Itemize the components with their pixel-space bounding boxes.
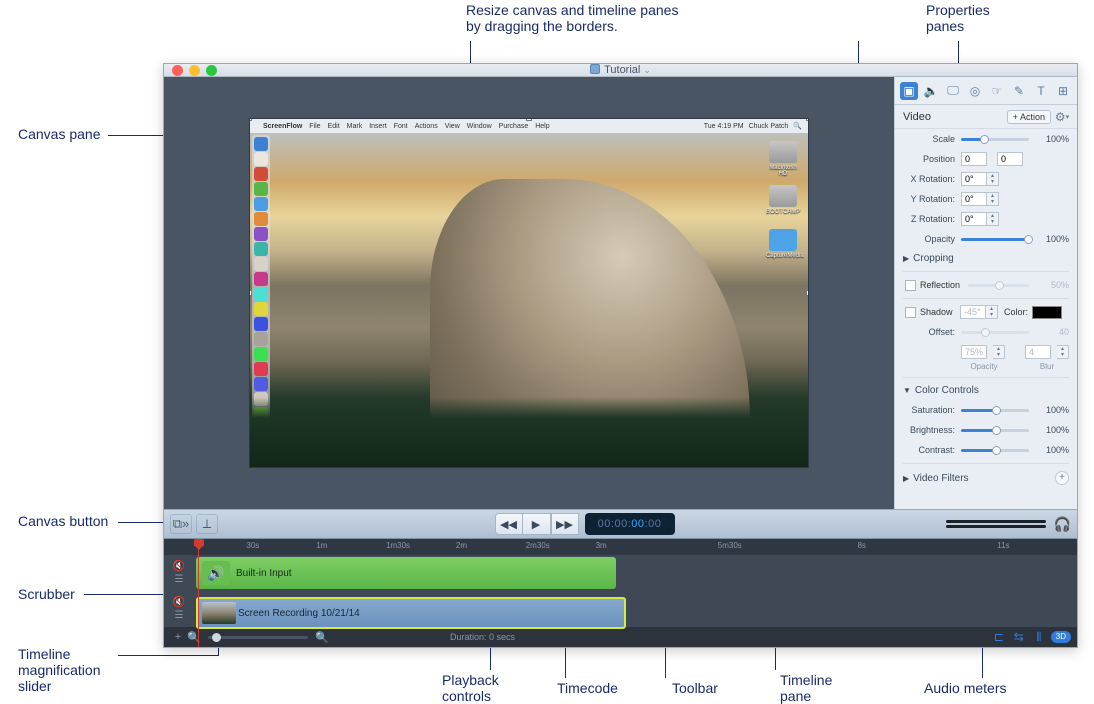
canvas-pane[interactable]: ScreenFlow File Edit Mark Insert Font Ac… xyxy=(164,77,894,509)
zoom-out-icon[interactable]: 🔍 xyxy=(186,630,202,644)
canvas-button-icon[interactable]: ⧉» xyxy=(170,514,192,534)
clip-thumbnail xyxy=(202,602,236,624)
zoom-in-icon[interactable]: 🔍 xyxy=(314,630,330,644)
timeline-pane[interactable]: 30s 1m 1m30s 2m 2m30s 3m 5m30s 8s 11s 🔇 ☰… xyxy=(164,539,1077,647)
callout-audio-meters: Audio meters xyxy=(924,680,1006,696)
video-tab-icon[interactable]: ▣ xyxy=(900,82,918,100)
video-filters-disclosure[interactable]: ▶Video Filters+ xyxy=(895,467,1077,489)
main-area: ScreenFlow File Edit Mark Insert Font Ac… xyxy=(164,77,1077,509)
duration-label: Duration: 0 secs xyxy=(450,632,515,642)
annotations-tab-icon[interactable]: ✎ xyxy=(1010,82,1028,100)
stepper[interactable]: ▴▾ xyxy=(987,192,999,206)
position-x-input[interactable] xyxy=(961,152,987,166)
scale-slider[interactable] xyxy=(961,138,1029,141)
stepper[interactable]: ▴▾ xyxy=(987,212,999,226)
callout-canvas-pane: Canvas pane xyxy=(18,126,101,142)
playback-controls: ◀◀ ▶ ▶▶ 00:00:00:00 xyxy=(495,513,675,535)
stepper[interactable]: ▴▾ xyxy=(987,172,999,186)
add-filter-button[interactable]: + xyxy=(1055,471,1069,485)
properties-title: Video xyxy=(903,111,931,123)
pill-badge[interactable]: 3D xyxy=(1051,631,1071,643)
crop-icon[interactable]: ⟂ xyxy=(196,514,218,534)
timecode-display[interactable]: 00:00:00:00 xyxy=(585,513,675,535)
callout-scrubber: Scrubber xyxy=(18,586,75,602)
selection-handles[interactable] xyxy=(249,118,809,468)
audio-tab-icon[interactable]: 🔈 xyxy=(922,82,940,100)
properties-pane: ▣ 🔈 🖵 ◎ ☞ ✎ T ⊞ Video + Action ⚙▾ Scale … xyxy=(894,77,1077,509)
headphones-icon[interactable]: 🎧 xyxy=(1054,516,1071,533)
add-action-button[interactable]: + Action xyxy=(1007,110,1051,124)
callout-canvas-button: Canvas button xyxy=(18,513,108,529)
rewind-button[interactable]: ◀◀ xyxy=(495,513,523,535)
shadow-color-swatch[interactable] xyxy=(1032,306,1062,319)
timeline-footer: + 🔍 🔍 Duration: 0 secs ⊏ ⇆ ⦀ 3D xyxy=(164,627,1077,647)
magnification-slider[interactable] xyxy=(208,636,308,639)
document-icon xyxy=(590,64,600,74)
screen-tab-icon[interactable]: 🖵 xyxy=(944,82,962,100)
callout-tab-icon[interactable]: ◎ xyxy=(966,82,984,100)
titlebar[interactable]: Tutorial⌄ xyxy=(164,64,1077,77)
window-title[interactable]: Tutorial⌄ xyxy=(164,64,1077,76)
clip-label: Screen Recording 10/21/14 xyxy=(238,608,360,619)
timeline-ruler[interactable]: 30s 1m 1m30s 2m 2m30s 3m 5m30s 8s 11s xyxy=(164,539,1077,555)
offset-slider xyxy=(961,331,1029,334)
opacity-slider[interactable] xyxy=(961,238,1029,241)
audio-clip[interactable]: 🔊 Built-in Input xyxy=(196,557,616,589)
fastforward-button[interactable]: ▶▶ xyxy=(551,513,579,535)
app-window: Tutorial⌄ ScreenFlow File Edit Mark Inse… xyxy=(163,63,1078,648)
cropping-disclosure[interactable]: ▶Cropping xyxy=(895,249,1077,268)
speaker-icon: 🔊 xyxy=(202,561,230,585)
callout-playback: Playback controls xyxy=(442,672,499,704)
media-tab-icon[interactable]: ⊞ xyxy=(1054,82,1072,100)
add-track-button[interactable]: + xyxy=(170,630,186,644)
y-rotation-input[interactable] xyxy=(961,192,987,206)
mute-icon[interactable]: 🔇 xyxy=(173,597,185,608)
reflection-slider xyxy=(968,284,1029,287)
callout-timecode: Timecode xyxy=(557,680,618,696)
x-rotation-input[interactable] xyxy=(961,172,987,186)
waveform-icon[interactable]: ⦀ xyxy=(1031,630,1047,645)
touch-tab-icon[interactable]: ☞ xyxy=(988,82,1006,100)
callout-mag: Timeline magnification slider xyxy=(18,646,101,694)
callout-timeline-pane: Timeline pane xyxy=(780,672,832,704)
shadow-blur-input xyxy=(1025,345,1051,359)
contrast-slider[interactable] xyxy=(961,449,1029,452)
snap-icon[interactable]: ⊏ xyxy=(991,630,1007,644)
color-controls-disclosure[interactable]: ▼Color Controls xyxy=(895,381,1077,400)
shadow-checkbox[interactable] xyxy=(905,307,916,318)
lock-icon[interactable]: ☰ xyxy=(175,610,184,621)
shadow-opacity-input xyxy=(961,345,987,359)
callout-toolbar: Toolbar xyxy=(672,680,718,696)
z-rotation-input[interactable] xyxy=(961,212,987,226)
video-clip[interactable]: Screen Recording 10/21/14 xyxy=(196,597,626,629)
callout-resize: Resize canvas and timeline panes by drag… xyxy=(466,2,678,34)
reflection-checkbox[interactable] xyxy=(905,280,916,291)
toolbar: ⧉» ⟂ ◀◀ ▶ ▶▶ 00:00:00:00 🎧 xyxy=(164,509,1077,539)
link-icon[interactable]: ⇆ xyxy=(1011,630,1027,644)
play-button[interactable]: ▶ xyxy=(523,513,551,535)
text-tab-icon[interactable]: T xyxy=(1032,82,1050,100)
mute-icon[interactable]: 🔇 xyxy=(173,561,185,572)
properties-tabs[interactable]: ▣ 🔈 🖵 ◎ ☞ ✎ T ⊞ xyxy=(895,77,1077,105)
canvas-clip[interactable]: ScreenFlow File Edit Mark Insert Font Ac… xyxy=(249,118,809,468)
gear-icon[interactable]: ⚙▾ xyxy=(1055,110,1069,124)
brightness-slider[interactable] xyxy=(961,429,1029,432)
saturation-slider[interactable] xyxy=(961,409,1029,412)
shadow-angle-input xyxy=(960,305,986,319)
clip-label: Built-in Input xyxy=(236,568,292,579)
chevron-down-icon: ⌄ xyxy=(643,65,651,75)
lock-icon[interactable]: ☰ xyxy=(175,574,184,585)
scrubber-line[interactable] xyxy=(198,539,199,647)
callout-props: Properties panes xyxy=(926,2,990,34)
position-y-input[interactable] xyxy=(997,152,1023,166)
audio-meters xyxy=(946,520,1046,528)
